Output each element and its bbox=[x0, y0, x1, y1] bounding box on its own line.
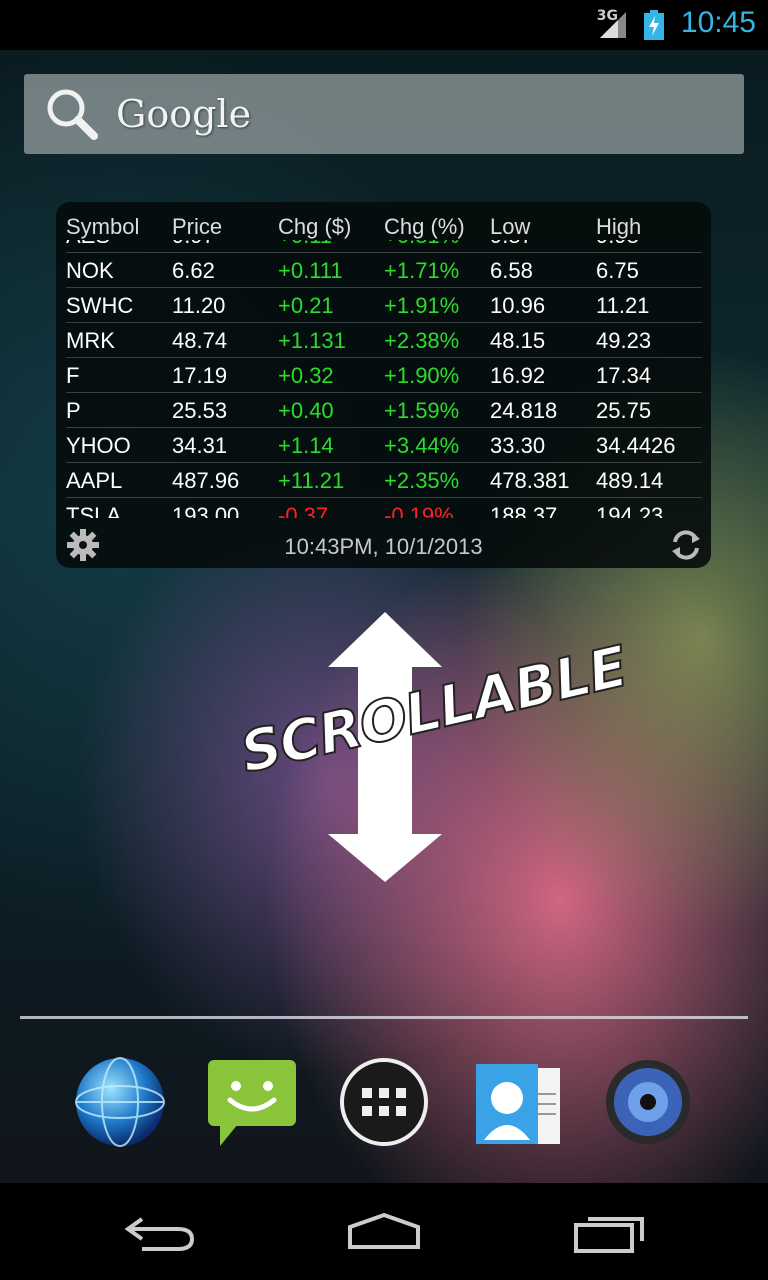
table-row[interactable]: SWHC 11.20 +0.21 +1.91% 10.96 11.21 bbox=[66, 288, 702, 323]
cell-pct: +1.90% bbox=[384, 363, 460, 388]
cell-symbol: P bbox=[66, 398, 81, 423]
navigation-bar bbox=[0, 1183, 768, 1280]
cell-pct: +0.81% bbox=[384, 240, 459, 249]
cell-symbol: AES bbox=[66, 240, 110, 249]
cell-price: 11.20 bbox=[172, 293, 226, 318]
cell-pct: +1.91% bbox=[384, 293, 460, 318]
cell-chg: +1.14 bbox=[278, 433, 334, 458]
table-row[interactable]: AES 9.97 +0.11 +0.81% 9.87 9.98 bbox=[66, 240, 702, 253]
cell-chg: +11.21 bbox=[278, 468, 345, 493]
cell-low: 24.818 bbox=[490, 398, 558, 423]
cell-low: 16.92 bbox=[490, 363, 546, 388]
cell-chg: -0.37 bbox=[278, 503, 329, 518]
cell-chg: +0.40 bbox=[278, 398, 334, 423]
cell-low: 9.87 bbox=[490, 240, 533, 249]
table-row[interactable]: P 25.53 +0.40 +1.59% 24.818 25.75 bbox=[66, 393, 702, 428]
cell-symbol: TSLA bbox=[66, 503, 122, 518]
google-logo-text: Google bbox=[116, 92, 252, 136]
search-icon bbox=[47, 89, 98, 140]
dock bbox=[0, 1040, 768, 1170]
cell-low: 478.381 bbox=[490, 468, 570, 493]
cell-high: 17.34 bbox=[596, 363, 652, 388]
cell-high: 489.14 bbox=[596, 468, 664, 493]
cell-price: 6.62 bbox=[172, 258, 215, 283]
cell-pct: +3.44% bbox=[384, 433, 460, 458]
cell-price: 34.31 bbox=[172, 433, 228, 458]
home-icon[interactable] bbox=[344, 1209, 424, 1255]
scrollable-overlay: SCROLLABLE bbox=[230, 610, 634, 890]
cell-price: 48.74 bbox=[172, 328, 228, 353]
table-row[interactable]: TSLA 193.00 -0.37 -0.19% 188.37 194.23 bbox=[66, 498, 702, 518]
cell-high: 9.98 bbox=[596, 240, 639, 249]
cell-symbol: SWHC bbox=[66, 293, 134, 318]
table-row[interactable]: F 17.19 +0.32 +1.90% 16.92 17.34 bbox=[66, 358, 702, 393]
status-bar: 3G 10:45 bbox=[0, 0, 768, 50]
cell-price: 17.19 bbox=[172, 363, 228, 388]
contacts-app-icon[interactable] bbox=[470, 1054, 566, 1150]
cell-high: 194.23 bbox=[596, 503, 664, 518]
dock-divider bbox=[20, 1016, 748, 1019]
cell-price: 25.53 bbox=[172, 398, 228, 423]
cell-low: 188.37 bbox=[490, 503, 558, 518]
browser-app-icon[interactable] bbox=[72, 1054, 168, 1150]
app-drawer-icon[interactable] bbox=[336, 1054, 432, 1150]
column-header-price[interactable]: Price bbox=[172, 214, 222, 240]
messaging-app-icon[interactable] bbox=[204, 1054, 300, 1150]
signal-icon bbox=[600, 12, 626, 38]
cell-chg: +1.131 bbox=[278, 328, 346, 353]
stock-list-scroll-area[interactable]: AES 9.97 +0.11 +0.81% 9.87 9.98 NOK 6.62 +0.111 +… bbox=[66, 240, 702, 518]
cell-symbol: F bbox=[66, 363, 80, 388]
column-header-change-dollar[interactable]: Chg ($) bbox=[278, 214, 351, 240]
cell-pct: +1.59% bbox=[384, 398, 460, 423]
cell-chg: +0.11 bbox=[278, 240, 332, 249]
refresh-icon[interactable] bbox=[669, 528, 703, 562]
recents-icon[interactable] bbox=[572, 1209, 652, 1255]
cell-chg: +0.32 bbox=[278, 363, 334, 388]
stock-list: AES 9.97 +0.11 +0.81% 9.87 9.98 NOK 6.62 +0.111 +… bbox=[66, 240, 702, 518]
column-header-change-percent[interactable]: Chg (%) bbox=[384, 214, 465, 240]
cell-pct: +1.71% bbox=[384, 258, 460, 283]
cell-symbol: YHOO bbox=[66, 433, 131, 458]
cell-low: 10.96 bbox=[490, 293, 546, 318]
cell-symbol: NOK bbox=[66, 258, 114, 283]
cell-high: 6.75 bbox=[596, 258, 639, 283]
cell-price: 9.97 bbox=[172, 240, 215, 249]
cell-symbol: AAPL bbox=[66, 468, 123, 493]
music-app-icon[interactable] bbox=[602, 1054, 698, 1150]
column-header-low[interactable]: Low bbox=[490, 214, 530, 240]
cell-chg: +0.111 bbox=[278, 258, 343, 283]
cell-pct: +2.38% bbox=[384, 328, 460, 353]
google-search-bar[interactable]: Google bbox=[24, 74, 744, 154]
cell-high: 34.4426 bbox=[596, 433, 676, 458]
column-header-high[interactable]: High bbox=[596, 214, 641, 240]
cell-high: 11.21 bbox=[596, 293, 650, 318]
battery-charging-icon bbox=[644, 10, 664, 40]
table-row[interactable]: AAPL 487.96 +11.21 +2.35% 478.381 489.14 bbox=[66, 463, 702, 498]
cell-price: 193.00 bbox=[172, 503, 240, 518]
table-row[interactable]: MRK 48.74 +1.131 +2.38% 48.15 49.23 bbox=[66, 323, 702, 358]
widget-footer: 10:43PM, 10/1/2013 bbox=[56, 524, 711, 568]
cell-high: 49.23 bbox=[596, 328, 652, 353]
cell-symbol: MRK bbox=[66, 328, 115, 353]
table-row[interactable]: YHOO 34.31 +1.14 +3.44% 33.30 34.4426 bbox=[66, 428, 702, 463]
last-updated-timestamp: 10:43PM, 10/1/2013 bbox=[284, 534, 483, 559]
cell-low: 48.15 bbox=[490, 328, 546, 353]
cell-chg: +0.21 bbox=[278, 293, 334, 318]
back-icon[interactable] bbox=[122, 1209, 202, 1255]
cell-pct: +2.35% bbox=[384, 468, 460, 493]
clock: 10:45 bbox=[680, 6, 756, 39]
cell-low: 6.58 bbox=[490, 258, 533, 283]
cell-pct: -0.19% bbox=[384, 503, 454, 518]
column-header-symbol[interactable]: Symbol bbox=[66, 214, 139, 240]
stock-ticker-widget[interactable]: Symbol Price Chg ($) Chg (%) Low High AE… bbox=[56, 202, 711, 568]
cell-price: 487.96 bbox=[172, 468, 240, 493]
cell-low: 33.30 bbox=[490, 433, 546, 458]
cell-high: 25.75 bbox=[596, 398, 652, 423]
table-row[interactable]: NOK 6.62 +0.111 +1.71% 6.58 6.75 bbox=[66, 253, 702, 288]
